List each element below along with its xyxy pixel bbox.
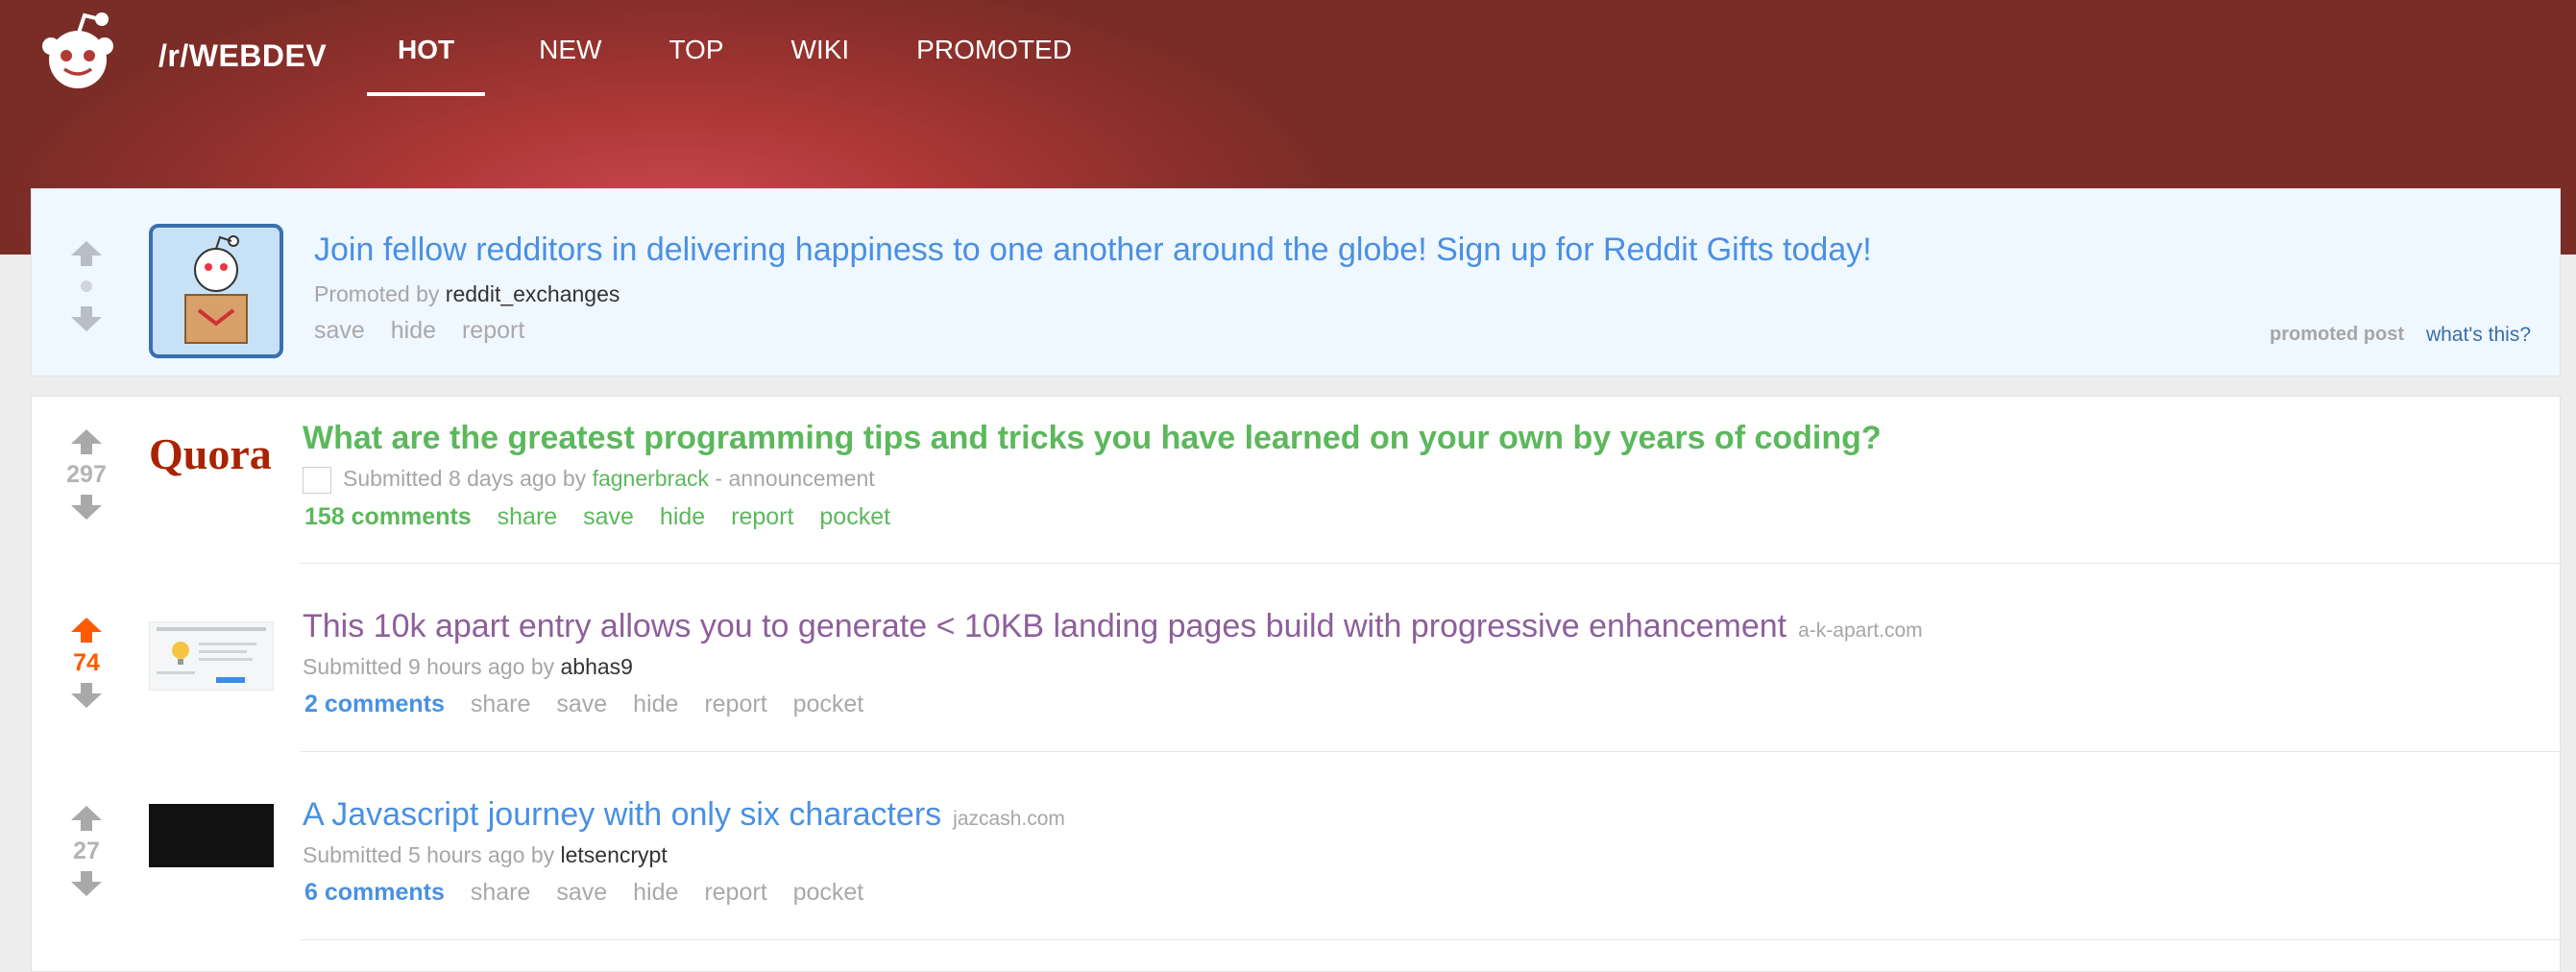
post-author-link[interactable]: fagnerbrack	[593, 466, 709, 491]
post-list: 297 Quora What are the greatest programm…	[31, 396, 2562, 972]
reddit-alien-logo-icon[interactable]	[36, 12, 119, 88]
comments-link[interactable]: 158 comments	[304, 503, 472, 530]
comments-link[interactable]: 2 comments	[304, 691, 445, 717]
promoted-post: Join fellow redditors in delivering happ…	[31, 188, 2561, 377]
tab-hot[interactable]: HOT	[367, 0, 486, 96]
tab-wiki[interactable]: WIKI	[791, 0, 850, 96]
hide-link[interactable]: hide	[660, 503, 705, 530]
post-title-link[interactable]: This 10k apart entry allows you to gener…	[303, 608, 1923, 645]
downvote-arrow-icon[interactable]	[69, 304, 104, 333]
post-byline: Submitted 5 hours ago by letsencrypt	[303, 842, 668, 868]
tab-new[interactable]: NEW	[539, 0, 601, 96]
post-byline: Submitted 8 days ago by fagnerbrack - an…	[303, 466, 875, 494]
post-divider	[301, 751, 2562, 752]
promoted-byline: Promoted by reddit_exchanges	[314, 281, 620, 307]
promoted-post-label: promoted post	[2270, 324, 2404, 345]
hide-link[interactable]: hide	[633, 879, 678, 906]
save-link[interactable]: save	[583, 503, 634, 530]
hide-link[interactable]: hide	[391, 317, 436, 344]
post-actions: 6 comments share save hide report pocket	[304, 879, 883, 907]
upvote-arrow-icon[interactable]	[69, 427, 104, 456]
save-link[interactable]: save	[314, 317, 365, 344]
whats-this-link[interactable]: what's this?	[2426, 324, 2531, 347]
post-vote-controls: 27	[58, 804, 115, 898]
post-divider	[301, 563, 2562, 564]
post-actions: 158 comments share save hide report pock…	[304, 503, 910, 531]
report-link[interactable]: report	[704, 879, 766, 906]
post-score: 74	[73, 649, 100, 676]
hide-link[interactable]: hide	[633, 691, 678, 717]
pocket-link[interactable]: pocket	[793, 691, 864, 717]
post-title-text[interactable]: A Javascript journey with only six chara…	[303, 796, 941, 833]
save-link[interactable]: save	[556, 879, 607, 906]
comments-link[interactable]: 6 comments	[304, 879, 445, 906]
post-score: 27	[73, 838, 100, 864]
quora-thumbnail[interactable]: Quora	[149, 425, 274, 483]
post-actions: 2 comments share save hide report pocket	[304, 691, 883, 718]
post-domain[interactable]: a-k-apart.com	[1798, 620, 1923, 642]
post-title-link[interactable]: What are the greatest programming tips a…	[303, 420, 1882, 457]
report-link[interactable]: report	[462, 317, 524, 344]
post-title-text[interactable]: This 10k apart entry allows you to gener…	[303, 608, 1786, 644]
sort-tabs: HOT NEW TOP WIKI PROMOTED	[367, 0, 1139, 96]
vote-dot-icon	[81, 280, 92, 292]
share-link[interactable]: share	[471, 691, 531, 717]
reddit-gifts-thumbnail[interactable]	[149, 224, 283, 358]
landing-page-thumbnail[interactable]	[149, 621, 274, 691]
pocket-link[interactable]: pocket	[793, 879, 864, 906]
report-link[interactable]: report	[731, 503, 793, 530]
post-vote-controls: 297	[58, 427, 115, 522]
promoted-vote-controls	[58, 239, 115, 333]
upvote-arrow-icon[interactable]	[69, 239, 104, 268]
submitted-label: Submitted 9 hours ago by	[303, 654, 555, 679]
subreddit-name[interactable]: /r/WEBDEV	[158, 38, 327, 74]
share-link[interactable]: share	[471, 879, 531, 906]
post-divider	[301, 939, 2562, 940]
post-domain[interactable]: jazcash.com	[953, 808, 1065, 830]
share-link[interactable]: share	[498, 503, 558, 530]
post-author-link[interactable]: letsencrypt	[561, 842, 668, 867]
post-byline: Submitted 9 hours ago by abhas9	[303, 654, 633, 680]
save-link[interactable]: save	[556, 691, 607, 717]
promoted-by-label: Promoted by	[314, 281, 440, 306]
downvote-arrow-icon[interactable]	[69, 681, 104, 710]
upvote-arrow-icon[interactable]	[69, 616, 104, 644]
dark-thumbnail[interactable]	[149, 804, 274, 867]
downvote-arrow-icon[interactable]	[69, 869, 104, 898]
post-author-link[interactable]: abhas9	[561, 654, 633, 679]
submitted-label: Submitted 8 days ago by	[343, 466, 587, 491]
select-checkbox[interactable]	[303, 466, 331, 494]
submitted-label: Submitted 5 hours ago by	[303, 842, 555, 867]
tab-promoted[interactable]: PROMOTED	[916, 0, 1072, 96]
post-flair: - announcement	[715, 466, 875, 491]
post-title-link[interactable]: A Javascript journey with only six chara…	[303, 796, 1065, 834]
tab-top[interactable]: TOP	[668, 0, 723, 96]
promoted-actions: save hide report	[314, 317, 544, 345]
promoted-title-link[interactable]: Join fellow redditors in delivering happ…	[314, 231, 1872, 269]
pocket-link[interactable]: pocket	[819, 503, 890, 530]
post-score: 297	[66, 461, 107, 488]
promoted-author-link[interactable]: reddit_exchanges	[446, 281, 620, 306]
report-link[interactable]: report	[704, 691, 766, 717]
post-vote-controls: 74	[58, 616, 115, 710]
downvote-arrow-icon[interactable]	[69, 493, 104, 522]
upvote-arrow-icon[interactable]	[69, 804, 104, 833]
